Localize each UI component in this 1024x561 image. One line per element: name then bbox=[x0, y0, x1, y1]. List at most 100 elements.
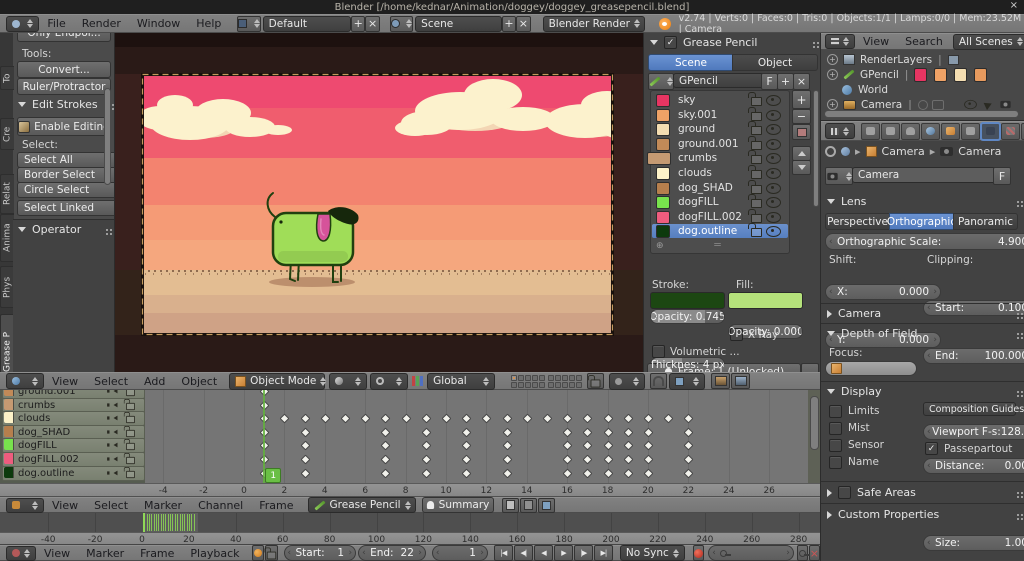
outliner-menu-search[interactable]: Search bbox=[905, 35, 943, 48]
keyframe-diamond[interactable] bbox=[360, 413, 371, 424]
scene-name-field[interactable]: Scene bbox=[415, 15, 502, 32]
keyframe-diamond[interactable] bbox=[502, 454, 513, 465]
keyframe-diamond[interactable] bbox=[421, 468, 432, 479]
keyframe-diamond[interactable] bbox=[643, 454, 654, 465]
lock-icon[interactable] bbox=[123, 412, 135, 424]
panel-grip-icon[interactable] bbox=[1017, 390, 1019, 393]
mute-speaker-icon[interactable] bbox=[107, 470, 118, 475]
timeline-menu-playback[interactable]: Playback bbox=[190, 547, 239, 560]
current-frame-field[interactable]: 1 bbox=[431, 545, 488, 561]
dope-channel-dogfill-002[interactable]: dogFILL.002 bbox=[2, 452, 145, 467]
move-layer-up-button[interactable] bbox=[792, 146, 811, 161]
keyframe-diamond[interactable] bbox=[401, 413, 412, 424]
keyframe-diamond[interactable] bbox=[683, 454, 694, 465]
lens-tab-perspective[interactable]: Perspective bbox=[825, 213, 890, 230]
lens-panel-header[interactable]: Lens bbox=[827, 195, 1019, 208]
snap-keyframes-dropdown[interactable] bbox=[537, 497, 555, 513]
world-tab[interactable] bbox=[921, 122, 940, 140]
keyframe-diamond[interactable] bbox=[623, 427, 634, 438]
display-panel-header[interactable]: Display bbox=[827, 385, 1019, 398]
play-reverse-button[interactable]: ◀ bbox=[533, 545, 553, 561]
keyframe-diamond[interactable] bbox=[603, 454, 614, 465]
snap-toggle-button[interactable] bbox=[650, 373, 668, 389]
operator-header[interactable]: Operator bbox=[18, 223, 108, 236]
lock-time-button[interactable] bbox=[263, 545, 278, 561]
editor-type-selector[interactable] bbox=[6, 545, 36, 561]
keying-set-field[interactable] bbox=[708, 545, 794, 561]
keyframe-diamond[interactable] bbox=[300, 454, 311, 465]
keyframe-diamond[interactable] bbox=[542, 413, 553, 424]
outliner-scope-dropdown[interactable]: All Scenes bbox=[952, 33, 1024, 50]
gp-panel-scrollbar[interactable] bbox=[813, 90, 819, 207]
tool-shelf-scrollbar[interactable] bbox=[104, 88, 111, 185]
keyframe-diamond[interactable] bbox=[643, 468, 654, 479]
keyframe-diamond[interactable] bbox=[603, 440, 614, 451]
gp-layer-crumbs[interactable]: crumbs bbox=[647, 150, 788, 166]
mute-speaker-icon[interactable] bbox=[107, 429, 118, 435]
ruler-protractor-button[interactable]: Ruler/Protractor bbox=[17, 78, 111, 95]
shift-x-field[interactable]: X: 0.000 bbox=[825, 284, 941, 300]
display-checkbox-sensor[interactable]: Sensor bbox=[829, 438, 884, 452]
select-all-button[interactable]: Select All bbox=[17, 152, 114, 168]
screen-layout-field[interactable]: Default bbox=[262, 15, 352, 32]
lock-icon[interactable] bbox=[748, 92, 762, 106]
clipped-top-button[interactable]: Only Endpoi... bbox=[17, 33, 111, 42]
camera-browse-button[interactable] bbox=[825, 167, 853, 185]
layer-color-swatch[interactable] bbox=[656, 167, 670, 180]
list-resize-plus-icon[interactable]: ⊕ bbox=[656, 241, 664, 251]
next-keyframe-button[interactable]: |▶ bbox=[573, 545, 593, 561]
previous-keyframe-button[interactable]: ◀| bbox=[513, 545, 533, 561]
keyframe-diamond[interactable] bbox=[643, 440, 654, 451]
checkbox-box[interactable] bbox=[829, 404, 842, 418]
renderability-camera-icon[interactable] bbox=[1000, 100, 1011, 109]
delete-keyframe-button[interactable]: × bbox=[808, 545, 820, 561]
keyframe-diamond[interactable] bbox=[340, 413, 351, 424]
passepartout-checkbox[interactable] bbox=[925, 442, 938, 455]
panel-grip-icon[interactable] bbox=[1017, 200, 1019, 203]
scene-browse-icon-button[interactable] bbox=[389, 15, 414, 32]
list-resize-grip-icon[interactable]: ＝ bbox=[713, 238, 722, 251]
dope-ruler[interactable]: -4 -2 0 2 4 6 8 10 12 14 16 18 20 22 24 26 bbox=[0, 483, 820, 497]
gp-layer-ground[interactable]: ground bbox=[652, 121, 788, 137]
gp-layer-dogfill-002[interactable]: dogFILL.002 bbox=[652, 208, 788, 224]
keyframe-diamond[interactable] bbox=[582, 468, 593, 479]
camera-name-field[interactable]: Camera bbox=[852, 167, 1002, 183]
dopesheet-menu-marker[interactable]: Marker bbox=[144, 499, 182, 512]
viewport-menu-add[interactable]: Add bbox=[144, 375, 165, 388]
gpencil-name-field[interactable]: GPencil bbox=[673, 73, 771, 88]
object-tab[interactable] bbox=[941, 122, 960, 140]
editor-type-selector[interactable] bbox=[825, 123, 855, 139]
screen-layout-icon-button[interactable] bbox=[237, 15, 261, 32]
pin-icon[interactable] bbox=[825, 146, 836, 157]
dope-mode-dropdown[interactable]: Grease Pencil bbox=[307, 497, 416, 513]
outliner-item-world[interactable]: World bbox=[842, 82, 1016, 97]
info-menu-file[interactable]: File bbox=[47, 17, 65, 30]
gp-layer-dogfill[interactable]: dogFILL bbox=[652, 194, 788, 210]
editor-type-selector[interactable] bbox=[6, 373, 44, 389]
layer-color-swatch[interactable] bbox=[656, 210, 670, 224]
duplicate-layer-button[interactable] bbox=[792, 124, 811, 140]
paste-keyframes-button[interactable] bbox=[519, 497, 537, 513]
layer-color-swatch[interactable] bbox=[656, 94, 670, 107]
display-size-field[interactable]: Size: 1.00 bbox=[923, 535, 1024, 551]
mute-speaker-icon[interactable] bbox=[107, 442, 118, 448]
lock-icon[interactable] bbox=[123, 398, 135, 410]
render-animation-button[interactable] bbox=[731, 373, 751, 389]
focus-object-field[interactable] bbox=[825, 361, 917, 376]
layer-grid-2[interactable] bbox=[548, 374, 583, 388]
info-menu-help[interactable]: Help bbox=[196, 17, 221, 30]
checkbox-box[interactable] bbox=[829, 438, 842, 452]
keyframe-diamond[interactable] bbox=[562, 468, 573, 479]
keyframe-diamond[interactable] bbox=[562, 413, 573, 424]
remove-layer-button[interactable]: − bbox=[792, 109, 811, 124]
layer-color-swatch[interactable] bbox=[656, 196, 670, 210]
render-layers-tab[interactable] bbox=[881, 122, 900, 140]
keyframe-diamond[interactable] bbox=[461, 468, 472, 479]
dopesheet-menu-frame[interactable]: Frame bbox=[259, 499, 293, 512]
keyframe-diamond[interactable] bbox=[300, 427, 311, 438]
dope-channel-clouds[interactable]: clouds bbox=[2, 411, 145, 427]
breadcrumb-object[interactable]: Camera bbox=[882, 145, 925, 158]
jump-to-start-button[interactable]: |◀ bbox=[493, 545, 513, 561]
convert-button[interactable]: Convert... bbox=[17, 61, 111, 78]
orthographic-scale-field[interactable]: Orthographic Scale: 4.900 bbox=[825, 233, 1024, 250]
